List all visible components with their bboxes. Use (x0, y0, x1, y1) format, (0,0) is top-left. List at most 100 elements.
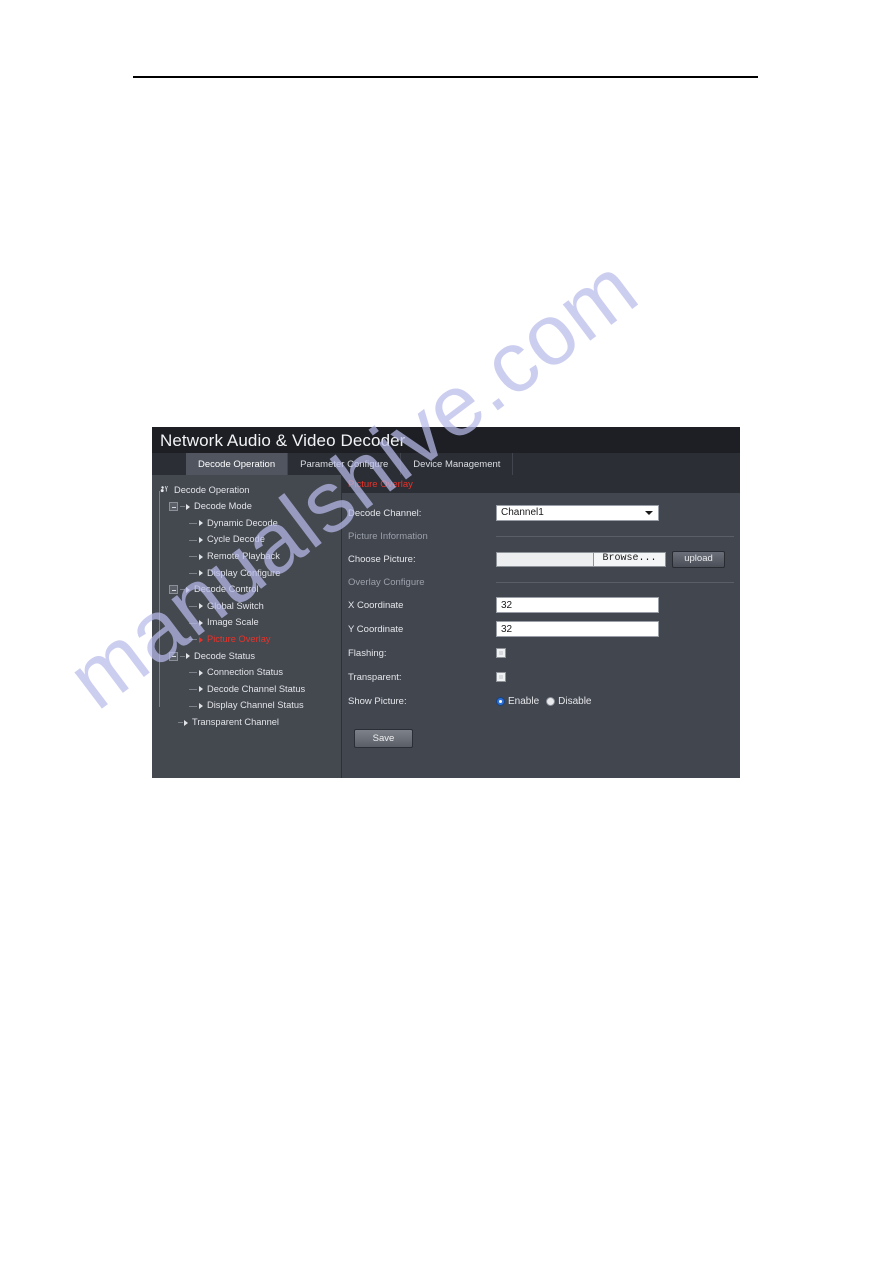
sidebar-item-label: Remote Playback (207, 551, 280, 562)
decode-channel-label: Decode Channel: (348, 507, 422, 519)
sidebar-item-decode-control[interactable]: Decode Control (158, 582, 342, 599)
chevron-right-icon (186, 586, 190, 593)
y-coordinate-row: Y Coordinate (348, 617, 740, 641)
decode-channel-select[interactable]: Channel1 (496, 505, 659, 521)
decode-channel-row: Decode Channel: Channel1 (348, 501, 740, 525)
picture-information-label: Picture Information (348, 530, 428, 542)
chevron-right-icon (186, 503, 190, 510)
decode-operation-root-icon (160, 485, 171, 496)
show-picture-enable-label: Enable (508, 695, 540, 707)
chevron-right-icon (199, 603, 203, 610)
chevron-down-icon (645, 511, 653, 515)
collapse-box-icon[interactable] (169, 585, 178, 595)
sidebar-item-decode-mode[interactable]: Decode Mode (158, 499, 342, 516)
show-picture-disable-label: Disable (558, 695, 592, 707)
overlay-configure-section: Overlay Configure (348, 571, 740, 593)
chevron-right-icon (199, 537, 203, 544)
tree-connector (189, 605, 197, 607)
tree-connector (189, 539, 197, 541)
sidebar-item-remote-playback[interactable]: Remote Playback (158, 548, 342, 565)
sidebar-item-label: Decode Control (194, 584, 259, 595)
choose-picture-label: Choose Picture: (348, 553, 416, 565)
picture-information-section: Picture Information (348, 525, 740, 547)
collapse-box-icon[interactable] (169, 651, 178, 661)
sidebar-item-dynamic-decode[interactable]: Dynamic Decode (158, 515, 342, 532)
content-pane: Picture Overlay Decode Channel: Channel1… (342, 475, 740, 778)
sidebar-item-label: Picture Overlay (207, 633, 271, 644)
main-tabbar: Decode Operation Parameter Configure Dev… (152, 453, 740, 475)
radio-selected-icon (496, 696, 505, 706)
sidebar-item-label: Decode Mode (194, 501, 252, 512)
decoder-web-ui-screenshot: Network Audio & Video Decoder Decode Ope… (152, 427, 740, 778)
x-coordinate-input[interactable] (496, 597, 659, 613)
browse-button[interactable]: Browse... (593, 551, 666, 567)
sidebar-item-label: Global Switch (207, 600, 264, 611)
radio-unselected-icon (546, 696, 556, 706)
tabbar-fill (513, 453, 740, 475)
y-coordinate-input[interactable] (496, 621, 659, 637)
tree-connector (180, 506, 185, 508)
show-picture-enable-option[interactable]: Enable (496, 696, 539, 707)
tree-connector (189, 572, 197, 574)
show-picture-label: Show Picture: (348, 695, 407, 707)
tree-connector (189, 705, 197, 707)
tree-connector (189, 639, 197, 641)
flashing-row: Flashing: (348, 641, 740, 665)
chevron-right-icon (199, 570, 203, 577)
sidebar-item-cycle-decode[interactable]: Cycle Decode (158, 532, 342, 549)
overlay-configure-label: Overlay Configure (348, 576, 425, 588)
tree-connector (189, 522, 197, 524)
choose-picture-input[interactable] (496, 551, 593, 567)
sidebar-item-label: Connection Status (207, 667, 283, 678)
sidebar-item-global-switch[interactable]: Global Switch (158, 598, 342, 615)
upload-button[interactable]: upload (672, 550, 725, 568)
section-divider (496, 581, 734, 583)
section-divider (496, 535, 734, 537)
tree-connector (180, 589, 185, 591)
sidebar-item-decode-operation[interactable]: Decode Operation (158, 482, 342, 499)
choose-picture-row: Choose Picture: Browse... upload (348, 547, 740, 571)
chevron-right-icon (199, 620, 203, 627)
transparent-row: Transparent: (348, 665, 740, 689)
tabbar-left-spacer (152, 453, 186, 475)
sidebar-item-label: Decode Status (194, 650, 255, 661)
sidebar-item-label: Decode Channel Status (207, 683, 306, 694)
sidebar-item-label: Decode Operation (174, 484, 250, 495)
picture-overlay-form: Decode Channel: Channel1 Picture Informa… (342, 493, 740, 748)
tree-connector (189, 556, 197, 558)
show-picture-radio-group: Enable Disable (496, 696, 592, 707)
y-coordinate-label: Y Coordinate (348, 623, 404, 635)
show-picture-disable-option[interactable]: Disable (546, 695, 592, 707)
sidebar-item-display-channel-status[interactable]: Display Channel Status (158, 698, 342, 715)
sidebar-item-transparent-channel[interactable]: Transparent Channel (158, 714, 342, 731)
app-body: Decode Operation Decode Mode Dynamic Dec… (152, 475, 740, 778)
collapse-box-icon[interactable] (169, 502, 178, 512)
sidebar-item-picture-overlay[interactable]: Picture Overlay (158, 631, 342, 648)
sidebar-item-label: Display Configure (207, 567, 281, 578)
app-title: Network Audio & Video Decoder (160, 430, 406, 450)
save-row: Save (348, 713, 740, 748)
chevron-right-icon (199, 636, 203, 643)
sidebar-item-connection-status[interactable]: Connection Status (158, 665, 342, 682)
chevron-right-icon (199, 520, 203, 527)
sidebar-item-label: Image Scale (207, 617, 259, 628)
tab-decode-operation[interactable]: Decode Operation (186, 453, 289, 475)
decode-channel-value: Channel1 (501, 507, 544, 518)
transparent-checkbox[interactable] (496, 672, 506, 682)
chevron-right-icon (186, 653, 190, 660)
tab-parameter-configure[interactable]: Parameter Configure (288, 453, 402, 475)
chevron-right-icon (199, 669, 203, 676)
show-picture-row: Show Picture: Enable Disable (348, 689, 740, 713)
tree-connector (189, 688, 197, 690)
flashing-checkbox[interactable] (496, 648, 506, 658)
sidebar-item-decode-channel-status[interactable]: Decode Channel Status (158, 681, 342, 698)
chevron-right-icon (199, 703, 203, 710)
tab-device-management[interactable]: Device Management (401, 453, 514, 475)
sidebar-item-decode-status[interactable]: Decode Status (158, 648, 342, 665)
flashing-label: Flashing: (348, 647, 387, 659)
breadcrumb: Picture Overlay (342, 475, 740, 493)
transparent-label: Transparent: (348, 671, 402, 683)
sidebar-item-display-configure[interactable]: Display Configure (158, 565, 342, 582)
sidebar-item-image-scale[interactable]: Image Scale (158, 615, 342, 632)
save-button[interactable]: Save (354, 729, 413, 748)
